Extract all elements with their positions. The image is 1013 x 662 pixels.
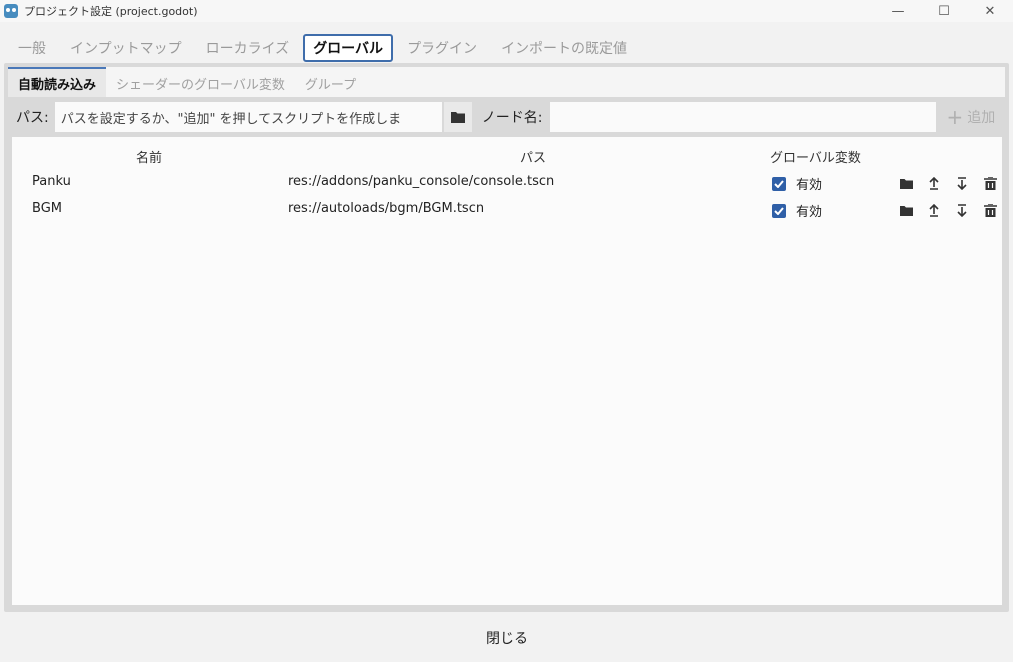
path-label: パス: (16, 110, 49, 126)
sub-tab-bar: 自動読み込み シェーダーのグローバル変数 グループ (8, 67, 1005, 97)
browse-folder-button[interactable] (443, 102, 472, 132)
minimize-button[interactable]: — (875, 0, 921, 22)
title-bar: プロジェクト設定 (project.godot) — ☐ ✕ (0, 0, 1013, 22)
enabled-label: 有効 (796, 178, 823, 193)
check-icon (774, 206, 784, 215)
plus-icon: + (946, 105, 964, 129)
row-actions (892, 174, 1004, 192)
enabled-label: 有効 (796, 205, 823, 220)
global-toggle[interactable]: 有効 (772, 174, 822, 193)
tab-globals[interactable]: グローバル (303, 34, 394, 62)
column-name-header: 名前 (136, 151, 163, 166)
autoload-path: res://addons/panku_console/console.tscn (288, 174, 555, 189)
move-up-button[interactable] (920, 174, 948, 192)
move-down-button[interactable] (948, 201, 976, 219)
trash-icon (983, 203, 997, 217)
open-folder-button[interactable] (892, 174, 920, 192)
node-name-label: ノード名: (481, 110, 543, 126)
move-up-button[interactable] (920, 201, 948, 219)
list-item[interactable]: BGM res://autoloads/bgm/BGM.tscn 有効 (12, 198, 1002, 222)
row-actions (892, 201, 1004, 219)
check-icon (774, 179, 784, 188)
arrow-up-icon (929, 176, 939, 190)
trash-icon (983, 176, 997, 190)
add-button-label: 追加 (967, 110, 996, 126)
checkbox-checked[interactable] (772, 176, 786, 191)
main-tab-bar: 一般 インプットマップ ローカライズ グローバル プラグイン インポートの既定値 (8, 34, 641, 62)
close-button[interactable]: 閉じる (480, 628, 534, 648)
open-folder-button[interactable] (892, 201, 920, 219)
path-input[interactable]: パスを設定するか、"追加" を押してスクリプトを作成しま (54, 102, 442, 132)
tab-localization[interactable]: ローカライズ (196, 34, 300, 62)
tab-groups[interactable]: グループ (295, 67, 366, 97)
godot-icon (4, 4, 18, 18)
tab-general[interactable]: 一般 (8, 34, 56, 62)
folder-icon (899, 178, 913, 189)
tab-plugins[interactable]: プラグイン (397, 34, 487, 62)
column-path-header: パス (520, 151, 547, 166)
global-toggle[interactable]: 有効 (772, 201, 822, 220)
window-controls: — ☐ ✕ (875, 0, 1013, 22)
folder-icon (899, 205, 913, 216)
maximize-button[interactable]: ☐ (921, 0, 967, 22)
column-global-header: グローバル変数 (770, 151, 861, 166)
list-item[interactable]: Panku res://addons/panku_console/console… (12, 171, 1002, 195)
arrow-down-icon (957, 176, 967, 190)
delete-button[interactable] (976, 174, 1004, 192)
autoload-path: res://autoloads/bgm/BGM.tscn (288, 201, 485, 216)
delete-button[interactable] (976, 201, 1004, 219)
path-row: パス: パスを設定するか、"追加" を押してスクリプトを作成しま ノード名: +… (4, 101, 1009, 133)
autoload-name[interactable]: BGM (32, 201, 62, 216)
node-name-input[interactable] (550, 102, 937, 132)
tab-autoload[interactable]: 自動読み込み (8, 67, 107, 97)
folder-icon (450, 112, 465, 123)
list-header: 名前 パス グローバル変数 (12, 147, 1002, 166)
arrow-down-icon (957, 203, 967, 217)
tab-input-map[interactable]: インプットマップ (60, 34, 192, 62)
add-button[interactable]: + 追加 (946, 107, 995, 127)
arrow-up-icon (929, 203, 939, 217)
move-down-button[interactable] (948, 174, 976, 192)
close-window-button[interactable]: ✕ (967, 0, 1013, 22)
checkbox-checked[interactable] (772, 203, 786, 218)
autoload-name[interactable]: Panku (32, 174, 71, 189)
autoload-list: 名前 パス グローバル変数 Panku res://addons/panku_c… (12, 137, 1002, 605)
window-title: プロジェクト設定 (project.godot) (24, 5, 198, 18)
settings-panel: 自動読み込み シェーダーのグローバル変数 グループ パス: パスを設定するか、"… (4, 63, 1009, 612)
tab-import-defaults[interactable]: インポートの既定値 (491, 34, 637, 62)
tab-shader-globals[interactable]: シェーダーのグローバル変数 (106, 67, 295, 97)
